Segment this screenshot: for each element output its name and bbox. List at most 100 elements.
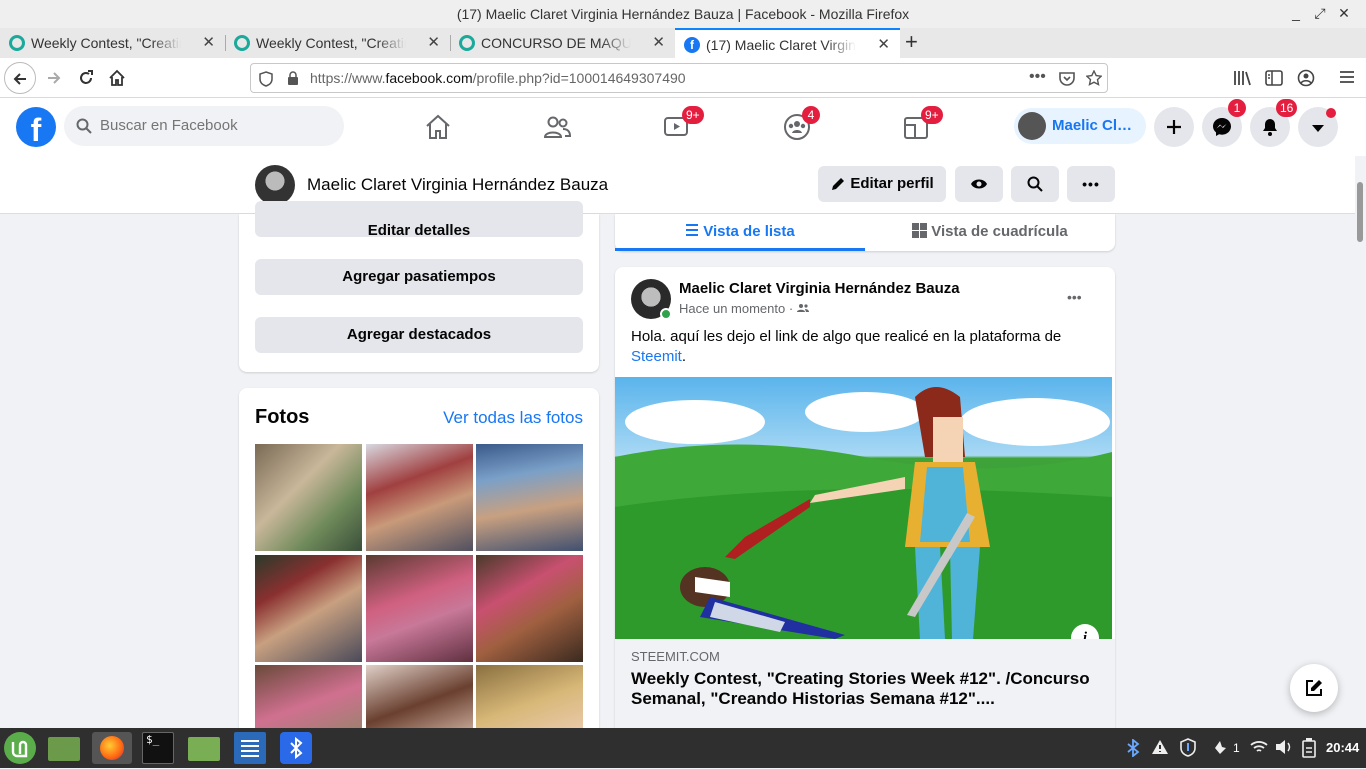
intro-card: Editar detalles Agregar pasatiempos Agre… bbox=[239, 201, 599, 372]
avatar bbox=[1018, 112, 1046, 140]
photo-thumbnail[interactable] bbox=[366, 555, 473, 662]
messenger-button[interactable]: 1 bbox=[1202, 99, 1246, 147]
workspace-tray-icon bbox=[1215, 741, 1226, 754]
hamburger-menu-icon bbox=[1340, 71, 1354, 83]
profile-sticky-bar: Maelic Claret Virginia Hernández Bauza E… bbox=[0, 156, 1355, 214]
photo-thumbnail[interactable] bbox=[255, 444, 362, 551]
system-taskbar: $_ 1 20:44 bbox=[0, 728, 1366, 768]
profile-chip[interactable]: Maelic Claret bbox=[1014, 108, 1146, 144]
workspace-number: 1 bbox=[1233, 741, 1240, 755]
photo-thumbnail[interactable] bbox=[476, 555, 583, 662]
tab-grid-view[interactable]: Vista de cuadrícula bbox=[865, 214, 1115, 251]
facebook-search-input[interactable] bbox=[64, 106, 344, 146]
account-icon bbox=[1297, 69, 1315, 87]
edit-details-button[interactable]: Editar detalles bbox=[255, 201, 583, 238]
photo-thumbnail[interactable] bbox=[476, 444, 583, 551]
tab-list-view[interactable]: Vista de lista bbox=[615, 214, 865, 251]
url-bar[interactable]: https://www.facebook.com/profile.php?id=… bbox=[250, 63, 1108, 93]
tab-close-icon[interactable]: ✕ bbox=[652, 28, 665, 58]
terminal-icon[interactable]: $_ bbox=[142, 732, 174, 764]
post-text: Hola. aquí les dejo el link de algo que … bbox=[631, 328, 1062, 365]
bluetooth-app-icon[interactable] bbox=[280, 732, 312, 764]
gaming-badge: 9+ bbox=[921, 106, 943, 124]
post-author-name[interactable]: Maelic Claret Virginia Hernández Bauza bbox=[679, 280, 960, 297]
tab-weekly-contest-1[interactable]: Weekly Contest, "Creating Stories ✕ bbox=[0, 28, 225, 58]
tab-weekly-contest-2[interactable]: Weekly Contest, "Creating Stories ✕ bbox=[225, 28, 450, 58]
posts-view-tabs: Vista de lista Vista de cuadrícula bbox=[615, 214, 1115, 251]
facebook-logo-icon[interactable]: f bbox=[16, 107, 56, 147]
profile-avatar[interactable] bbox=[255, 165, 295, 205]
watch-badge: 9+ bbox=[682, 106, 704, 124]
window-title-bar: (17) Maelic Claret Virginia Hernández Ba… bbox=[0, 0, 1366, 28]
see-all-photos-link[interactable]: Ver todas las fotos bbox=[443, 408, 583, 428]
caret-down-icon bbox=[1312, 125, 1324, 132]
wifi-tray-icon bbox=[1250, 741, 1268, 752]
profile-search-button[interactable] bbox=[1011, 166, 1059, 202]
scrollbar-thumb[interactable] bbox=[1357, 182, 1363, 242]
post-options-icon[interactable]: ••• bbox=[1067, 289, 1082, 305]
home-button[interactable] bbox=[101, 62, 133, 94]
edit-profile-button[interactable]: Editar perfil bbox=[818, 166, 946, 202]
back-arrow-icon bbox=[13, 73, 26, 85]
close-window-icon[interactable]: ✕ bbox=[1332, 0, 1356, 28]
profile-more-button[interactable]: ••• bbox=[1067, 166, 1115, 202]
photo-thumbnail[interactable] bbox=[255, 555, 362, 662]
new-message-button[interactable] bbox=[1290, 664, 1338, 712]
notifications-badge: 16 bbox=[1276, 99, 1298, 117]
page-actions-icon[interactable]: ••• bbox=[1029, 63, 1046, 91]
clock: 20:44 bbox=[1326, 740, 1360, 755]
facebook-favicon-icon: f bbox=[684, 37, 700, 53]
minimize-icon[interactable]: _ bbox=[1284, 0, 1308, 28]
photo-thumbnail[interactable] bbox=[255, 665, 362, 728]
search-icon bbox=[1027, 176, 1043, 192]
photo-thumbnail[interactable] bbox=[366, 665, 473, 728]
tab-close-icon[interactable]: ✕ bbox=[427, 28, 440, 58]
eye-icon bbox=[971, 179, 987, 189]
tab-close-icon[interactable]: ✕ bbox=[877, 30, 890, 58]
tab-facebook-profile[interactable]: f (17) Maelic Claret Virginia Hernández … bbox=[675, 28, 900, 58]
back-button[interactable] bbox=[4, 62, 36, 94]
navigation-toolbar: https://www.facebook.com/profile.php?id=… bbox=[0, 58, 1366, 98]
steemit-link[interactable]: Steemit bbox=[631, 348, 682, 365]
add-featured-button[interactable]: Agregar destacados bbox=[255, 317, 583, 353]
account-alert-dot bbox=[1326, 108, 1336, 118]
compose-icon bbox=[1306, 680, 1322, 696]
new-tab-button[interactable]: + bbox=[905, 28, 918, 56]
page-scrollbar[interactable] bbox=[1355, 156, 1366, 728]
bell-icon bbox=[1263, 119, 1277, 136]
nav-groups[interactable]: 4 bbox=[772, 106, 822, 148]
firefox-taskbar-icon[interactable] bbox=[92, 732, 132, 764]
search-icon bbox=[76, 118, 92, 134]
tab-strip: Weekly Contest, "Creating Stories ✕ Week… bbox=[0, 28, 1366, 58]
create-button[interactable] bbox=[1154, 107, 1194, 147]
notifications-button[interactable]: 16 bbox=[1250, 99, 1298, 147]
lock-icon bbox=[288, 71, 298, 85]
maximize-icon[interactable]: ⤢ bbox=[1308, 0, 1332, 28]
link-preview[interactable]: STEEMIT.COM Weekly Contest, "Creating St… bbox=[615, 639, 1115, 728]
files-folder-icon[interactable] bbox=[188, 737, 220, 761]
pencil-icon bbox=[832, 178, 844, 190]
messenger-badge: 1 bbox=[1228, 99, 1246, 117]
tab-concurso-maquillaje[interactable]: CONCURSO DE MAQUILLAJE ✕ bbox=[450, 28, 675, 58]
photo-thumbnail[interactable] bbox=[366, 444, 473, 551]
url-text: https://www.facebook.com/profile.php?id=… bbox=[310, 70, 686, 86]
linux-mint-menu-icon[interactable] bbox=[4, 732, 36, 764]
view-as-button[interactable] bbox=[955, 166, 1003, 202]
nav-home[interactable] bbox=[413, 106, 463, 148]
nav-friends[interactable] bbox=[532, 106, 582, 148]
tab-close-icon[interactable]: ✕ bbox=[202, 28, 215, 58]
forward-button[interactable] bbox=[38, 62, 70, 94]
reload-button[interactable] bbox=[70, 62, 102, 94]
show-desktop-icon[interactable] bbox=[48, 737, 80, 761]
text-editor-icon[interactable] bbox=[234, 732, 266, 764]
grid-icon bbox=[912, 223, 928, 238]
battery-tray-icon bbox=[1302, 738, 1316, 758]
account-menu-button[interactable] bbox=[1298, 107, 1338, 147]
nav-gaming[interactable]: 9+ bbox=[891, 106, 943, 148]
photo-thumbnail[interactable] bbox=[476, 665, 583, 728]
shield-tray-icon bbox=[1180, 738, 1196, 757]
add-hobbies-button[interactable]: Agregar pasatiempos bbox=[255, 259, 583, 295]
nav-watch[interactable]: 9+ bbox=[652, 106, 704, 148]
post-link-image[interactable]: i bbox=[615, 377, 1112, 639]
post-timestamp[interactable]: Hace un momento · bbox=[679, 301, 809, 316]
